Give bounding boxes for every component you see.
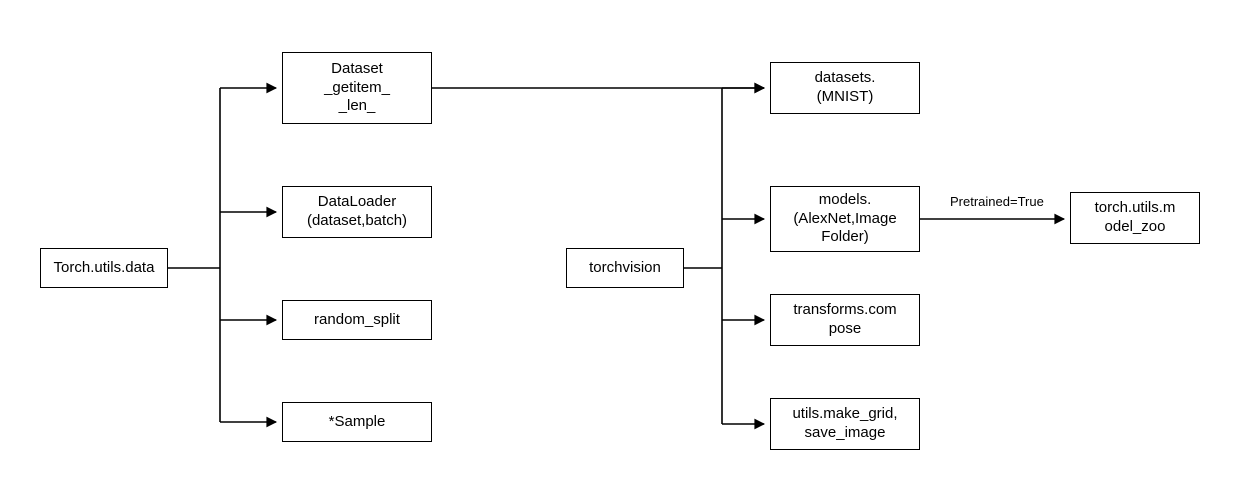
diagram-canvas: Torch.utils.data Dataset _getitem_ _len_… <box>0 0 1238 500</box>
node-label: utils.make_grid, save_image <box>792 405 897 443</box>
edge-label-text: Pretrained=True <box>950 194 1044 209</box>
node-dataset: Dataset _getitem_ _len_ <box>282 52 432 124</box>
edge-label-pretrained: Pretrained=True <box>950 194 1044 209</box>
node-models: models. (AlexNet,Image Folder) <box>770 186 920 252</box>
node-label: DataLoader (dataset,batch) <box>307 193 407 231</box>
node-label: Dataset _getitem_ _len_ <box>324 60 390 116</box>
node-dataloader: DataLoader (dataset,batch) <box>282 186 432 238</box>
node-torch-utils-data: Torch.utils.data <box>40 248 168 288</box>
node-label: torchvision <box>589 259 661 278</box>
node-random-split: random_split <box>282 300 432 340</box>
node-label: *Sample <box>329 413 386 432</box>
node-label: models. (AlexNet,Image Folder) <box>793 191 896 247</box>
node-datasets-mnist: datasets. (MNIST) <box>770 62 920 114</box>
node-label: random_split <box>314 311 400 330</box>
node-label: datasets. (MNIST) <box>815 69 876 107</box>
node-label: Torch.utils.data <box>54 259 155 278</box>
node-label: transforms.com pose <box>793 301 896 339</box>
node-transforms: transforms.com pose <box>770 294 920 346</box>
node-sample: *Sample <box>282 402 432 442</box>
node-utils-img: utils.make_grid, save_image <box>770 398 920 450</box>
node-torchvision: torchvision <box>566 248 684 288</box>
node-label: torch.utils.m odel_zoo <box>1095 199 1176 237</box>
node-model-zoo: torch.utils.m odel_zoo <box>1070 192 1200 244</box>
